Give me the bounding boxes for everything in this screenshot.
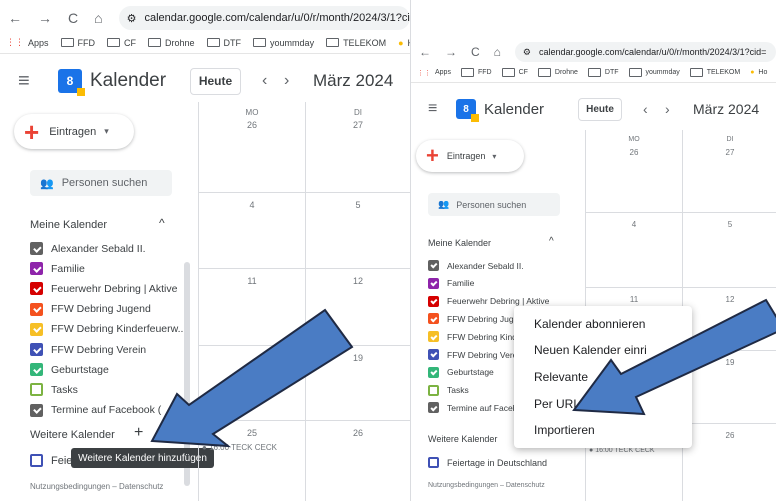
annotation-arrow-left: [150, 308, 354, 448]
right-screenshot-panel: ← → C ⌂ ⚙ calendar.google.com/calendar/u…: [410, 0, 776, 501]
annotation-arrow-right: [572, 298, 776, 416]
left-screenshot-panel: ← → C ⌂ ⚙ calendar.google.com/calendar/u…: [0, 0, 410, 501]
